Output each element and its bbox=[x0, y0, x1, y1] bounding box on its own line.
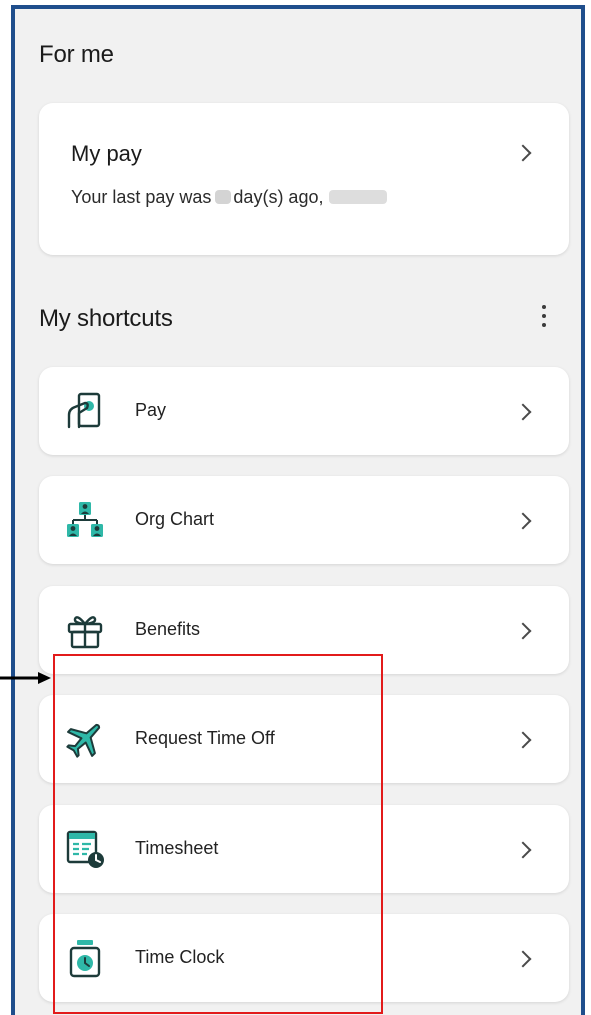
chevron-right-icon bbox=[514, 731, 532, 749]
shortcut-label: Pay bbox=[135, 400, 167, 420]
shortcut-label: Org Chart bbox=[135, 509, 215, 529]
section-title-my-shortcuts: My shortcuts bbox=[39, 305, 173, 332]
my-pay-subtitle: Your last pay was day(s) ago, bbox=[71, 187, 388, 208]
shortcut-time-clock[interactable]: Time Clock bbox=[39, 914, 569, 1002]
redacted-amount bbox=[329, 190, 388, 204]
redacted-days bbox=[215, 190, 232, 204]
airplane-icon bbox=[66, 723, 101, 758]
chevron-right-icon bbox=[514, 950, 532, 968]
chevron-right-icon bbox=[514, 841, 532, 859]
pay-hand-icon bbox=[67, 392, 101, 429]
shortcut-benefits[interactable]: Benefits bbox=[39, 586, 569, 674]
gift-icon bbox=[67, 616, 103, 649]
shortcut-label: Benefits bbox=[135, 619, 201, 639]
chevron-right-icon bbox=[514, 403, 532, 421]
my-pay-card[interactable]: My pay Your last pay was day(s) ago, bbox=[39, 103, 569, 255]
chevron-right-icon bbox=[514, 512, 532, 530]
chevron-right-icon bbox=[514, 144, 532, 162]
timesheet-clock-icon bbox=[66, 830, 104, 868]
shortcut-label: Timesheet bbox=[135, 838, 219, 858]
shortcut-label: Request Time Off bbox=[135, 728, 275, 748]
shortcut-request-time-off[interactable]: Request Time Off bbox=[39, 695, 569, 783]
pay-subtitle-middle: day(s) ago, bbox=[233, 187, 324, 207]
my-pay-title: My pay bbox=[71, 141, 142, 166]
pay-subtitle-prefix: Your last pay was bbox=[71, 187, 212, 207]
chevron-right-icon bbox=[514, 622, 532, 640]
app-screen: For me My pay Your last pay was day(s) ag… bbox=[11, 5, 585, 1015]
time-clock-icon bbox=[69, 940, 101, 978]
arrow-right-icon bbox=[0, 672, 51, 684]
section-title-for-me: For me bbox=[39, 41, 114, 68]
org-chart-icon bbox=[67, 502, 103, 537]
shortcut-pay[interactable]: Pay bbox=[39, 367, 569, 455]
shortcut-timesheet[interactable]: Timesheet bbox=[39, 805, 569, 893]
more-options-icon[interactable] bbox=[541, 305, 547, 333]
shortcut-org-chart[interactable]: Org Chart bbox=[39, 476, 569, 564]
shortcut-label: Time Clock bbox=[135, 947, 225, 967]
